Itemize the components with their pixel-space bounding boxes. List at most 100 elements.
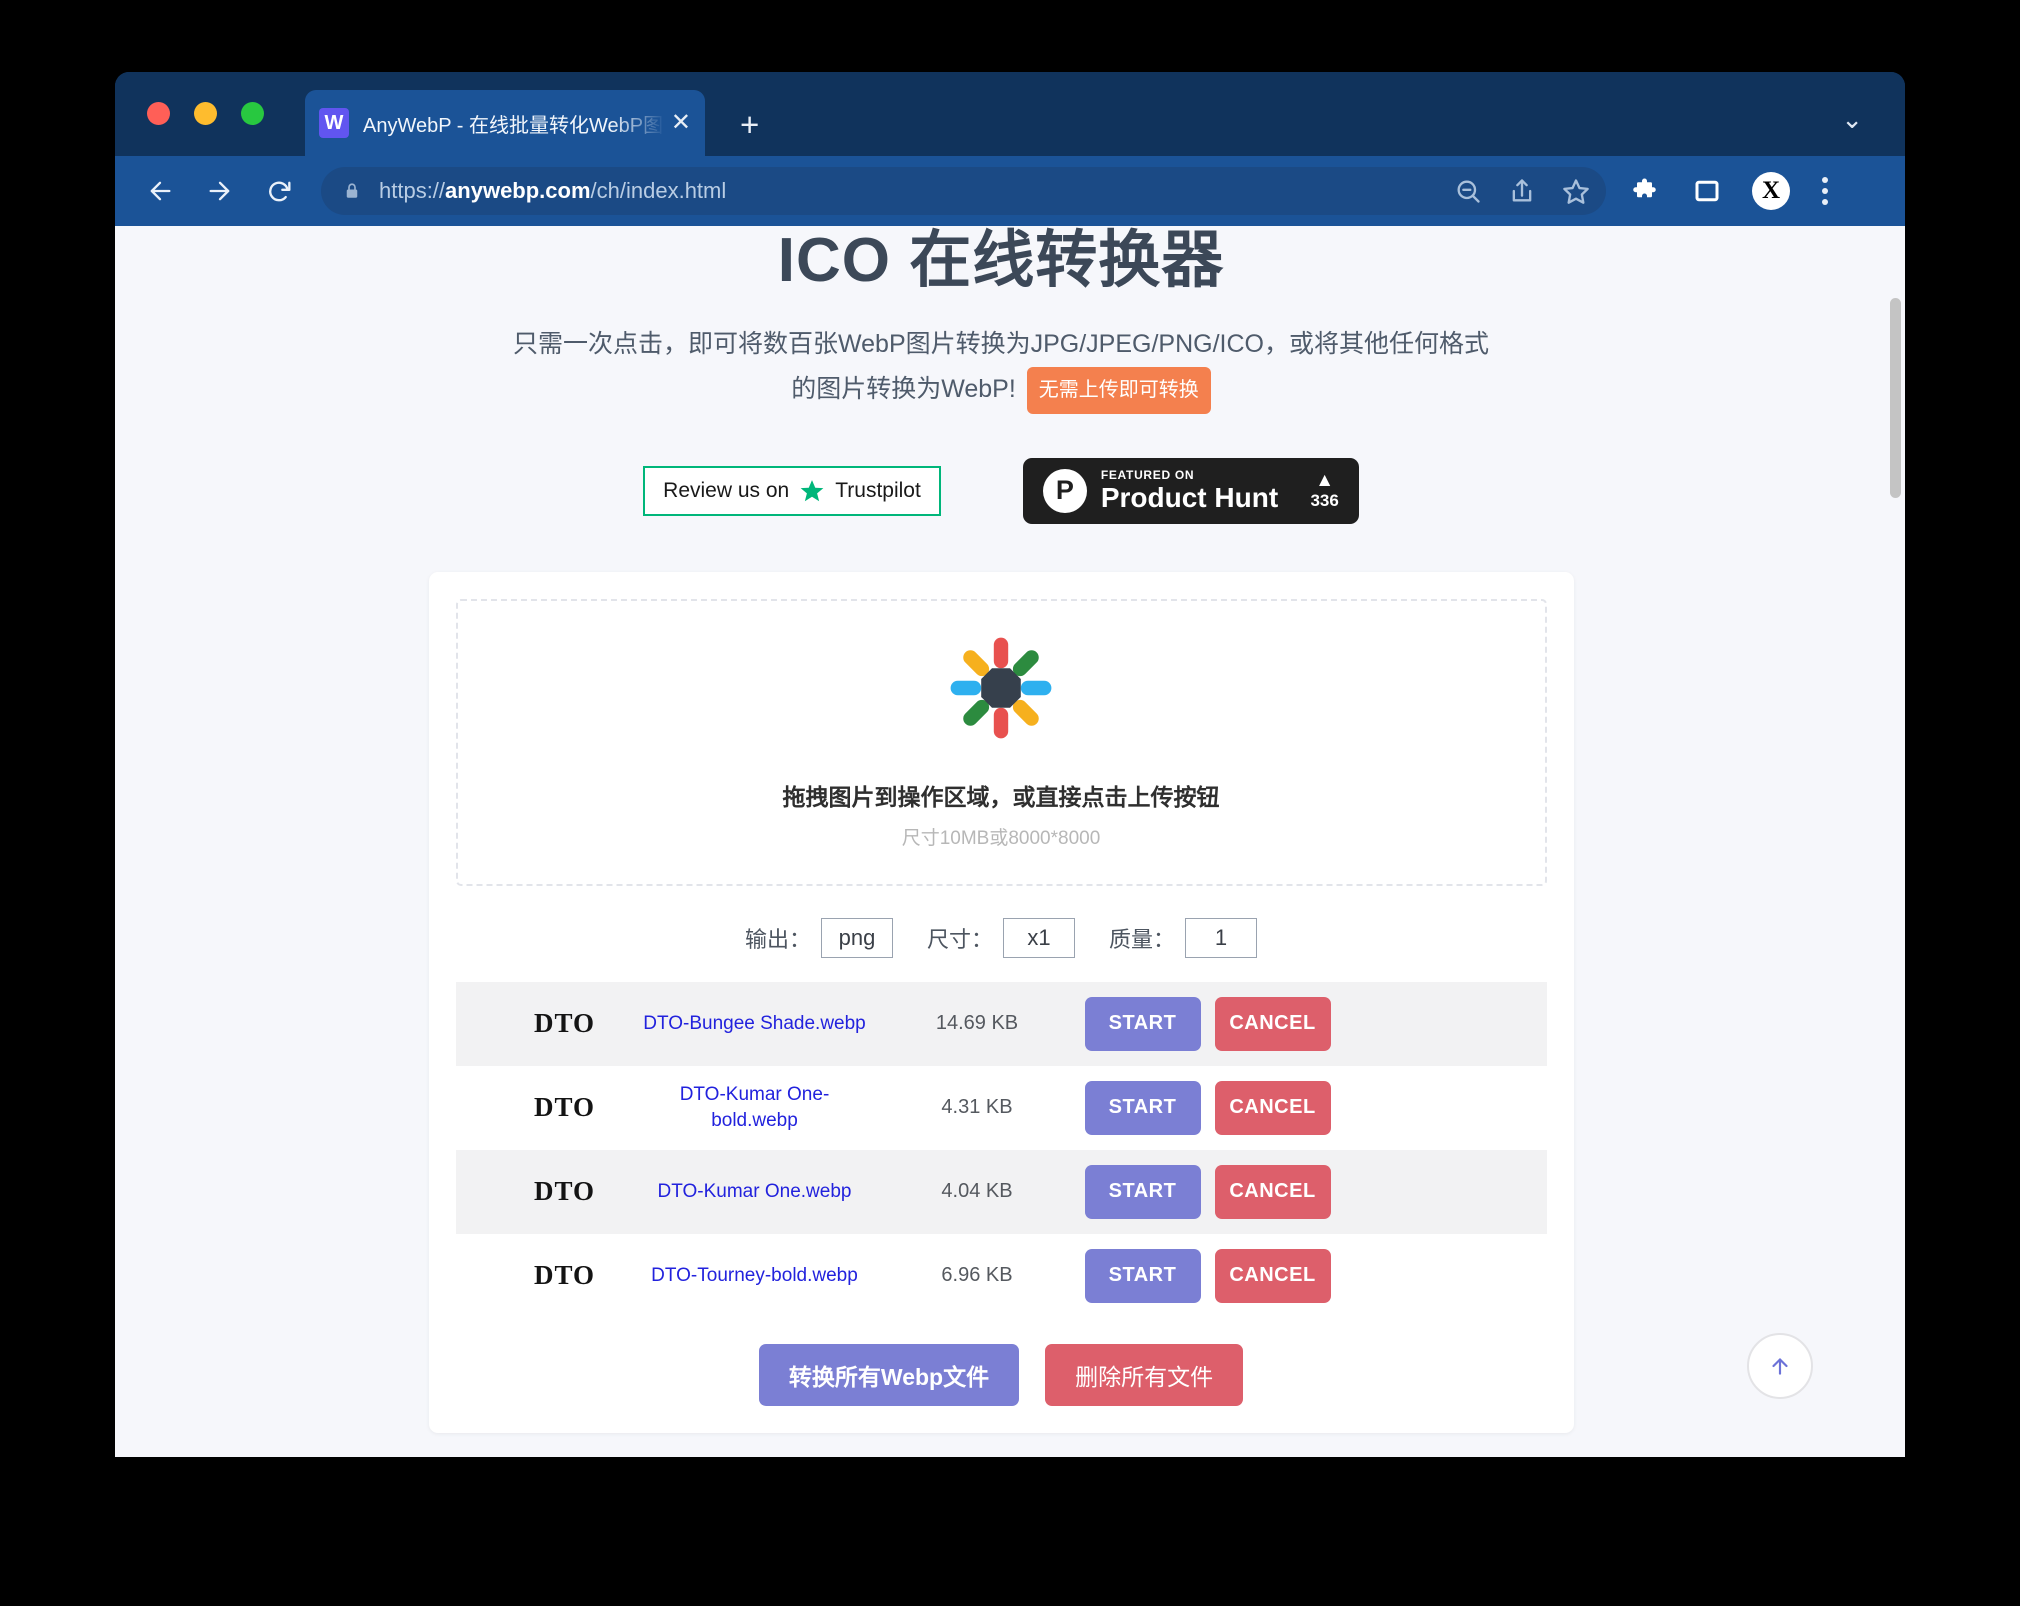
file-size: 4.31 KB [941, 1096, 1013, 1119]
file-name[interactable]: DTO-Bungee Shade.webp [640, 1011, 870, 1037]
web-page: ICO 在线转换器 只需一次点击，即可将数百张WebP图片转换为JPG/JPEG… [115, 226, 1887, 1433]
output-quality-input[interactable]: 1 [1185, 917, 1258, 958]
close-window-button[interactable] [147, 102, 170, 125]
window-controls [147, 102, 264, 125]
omnibox-actions [1454, 177, 1590, 205]
option-label: 尺寸： [926, 926, 993, 952]
start-button[interactable]: START [1084, 996, 1201, 1051]
producthunt-featured-label: FEATURED ON [1100, 467, 1195, 482]
file-name[interactable]: DTO-Kumar One-bold.webp [640, 1082, 870, 1133]
trustpilot-star-icon [800, 480, 824, 502]
trustpilot-label: Review us on [663, 478, 790, 502]
start-button[interactable]: START [1084, 1080, 1201, 1135]
row-actions: START CANCEL [1084, 1248, 1415, 1303]
producthunt-text: FEATURED ON Product Hunt [1101, 469, 1297, 513]
trustpilot-badge[interactable]: Review us on Trustpilot [643, 465, 941, 516]
producthunt-name: Product Hunt [1100, 482, 1279, 514]
bookmark-star-icon[interactable] [1562, 177, 1590, 205]
tab-title: AnyWebP - 在线批量转化WebP图 [363, 114, 664, 137]
address-bar[interactable]: https://anywebp.com/ch/index.html [321, 167, 1606, 215]
extensions-puzzle-icon[interactable] [1632, 176, 1662, 206]
url-path: /ch/index.html [590, 178, 727, 203]
output-format-select[interactable]: png [820, 917, 893, 958]
option-output-size: 尺寸： x1 [926, 917, 1075, 958]
dropzone-sub-text: 尺寸10MB或8000*8000 [901, 828, 1101, 850]
url-host: anywebp.com [445, 178, 591, 203]
file-thumbnail: DTO [533, 1176, 596, 1207]
file-thumbnail: DTO [533, 1260, 596, 1291]
browser-toolbar: https://anywebp.com/ch/index.html X [115, 156, 1905, 226]
cancel-button[interactable]: CANCEL [1214, 1080, 1331, 1135]
page-title: ICO 在线转换器 [777, 226, 1225, 295]
profile-avatar[interactable]: X [1752, 172, 1790, 210]
file-name[interactable]: DTO-Tourney-bold.webp [640, 1263, 870, 1289]
sidebar-panel-icon[interactable] [1692, 176, 1722, 206]
producthunt-badge[interactable]: P FEATURED ON Product Hunt ▲ 336 [1022, 457, 1359, 524]
page-scrollbar-track[interactable] [1887, 226, 1905, 1457]
file-size: 4.04 KB [941, 1180, 1013, 1203]
producthunt-votes: ▲ 336 [1310, 471, 1338, 511]
row-actions: START CANCEL [1084, 1080, 1415, 1135]
file-thumbnail: DTO [533, 1092, 596, 1123]
producthunt-logo-icon: P [1042, 468, 1087, 513]
close-tab-icon[interactable]: ✕ [671, 111, 691, 135]
option-label: 质量： [1109, 926, 1176, 952]
social-badges: Review us on Trustpilot P FEATURED ON Pr… [115, 457, 1887, 524]
option-output-format: 输出： png [744, 917, 893, 958]
url-text: https://anywebp.com/ch/index.html [379, 178, 1442, 204]
producthunt-vote-count: 336 [1310, 490, 1339, 510]
browser-tab[interactable]: W AnyWebP - 在线批量转化WebP图 ✕ [305, 90, 705, 156]
page-scrollbar-thumb[interactable] [1890, 298, 1901, 498]
table-row: DTO DTO-Kumar One-bold.webp 4.31 KB STAR… [455, 1065, 1547, 1150]
tab-strip: W AnyWebP - 在线批量转化WebP图 ✕ + ⌄ [115, 72, 1905, 156]
file-size: 14.69 KB [935, 1012, 1019, 1035]
browser-window: W AnyWebP - 在线批量转化WebP图 ✕ + ⌄ https://an… [115, 72, 1905, 1457]
description-line-2: 的图片转换为WebP! [791, 374, 1016, 403]
cancel-button[interactable]: CANCEL [1214, 1248, 1331, 1303]
converter-card: 拖拽图片到操作区域，或直接点击上传按钮 尺寸10MB或8000*8000 输出：… [428, 571, 1574, 1433]
option-output-quality: 质量： 1 [1109, 917, 1258, 958]
convert-all-button[interactable]: 转换所有Webp文件 [758, 1343, 1020, 1406]
screenshot-root: W AnyWebP - 在线批量转化WebP图 ✕ + ⌄ https://an… [0, 0, 2020, 1606]
upvote-caret-icon: ▲ [1315, 469, 1335, 491]
toolbar-right-actions: X [1632, 172, 1830, 210]
bulk-actions: 转换所有Webp文件 删除所有文件 [456, 1343, 1547, 1406]
zoom-out-icon[interactable] [1454, 177, 1482, 205]
new-tab-button[interactable]: + [740, 108, 759, 141]
table-row: DTO DTO-Tourney-bold.webp 6.96 KB START … [455, 1233, 1547, 1318]
browser-menu-icon[interactable] [1820, 177, 1830, 205]
table-row: DTO DTO-Bungee Shade.webp 14.69 KB START… [455, 981, 1547, 1066]
forward-button[interactable] [197, 168, 243, 214]
upload-flower-icon [950, 637, 1052, 739]
back-button[interactable] [137, 168, 183, 214]
url-scheme: https:// [379, 178, 446, 203]
lock-icon [346, 183, 358, 198]
page-viewport: ICO 在线转换器 只需一次点击，即可将数百张WebP图片转换为JPG/JPEG… [115, 226, 1905, 1457]
file-dropzone[interactable]: 拖拽图片到操作区域，或直接点击上传按钮 尺寸10MB或8000*8000 [455, 598, 1547, 886]
page-description: 只需一次点击，即可将数百张WebP图片转换为JPG/JPEG/PNG/ICO，或… [471, 323, 1531, 414]
start-button[interactable]: START [1084, 1164, 1201, 1219]
start-button[interactable]: START [1084, 1248, 1201, 1303]
description-line-1: 只需一次点击，即可将数百张WebP图片转换为JPG/JPEG/PNG/ICO，或… [512, 330, 1489, 359]
conversion-options: 输出： png 尺寸： x1 质量： 1 [456, 917, 1547, 958]
maximize-window-button[interactable] [241, 102, 264, 125]
row-actions: START CANCEL [1084, 996, 1415, 1051]
scroll-to-top-button[interactable] [1747, 1333, 1813, 1399]
cancel-button[interactable]: CANCEL [1214, 1164, 1331, 1219]
arrow-up-icon [1772, 1358, 1788, 1375]
row-actions: START CANCEL [1084, 1164, 1415, 1219]
chevron-down-icon[interactable]: ⌄ [1841, 106, 1863, 132]
share-icon[interactable] [1508, 177, 1536, 205]
output-size-select[interactable]: x1 [1003, 917, 1075, 958]
file-name[interactable]: DTO-Kumar One.webp [640, 1179, 870, 1205]
trustpilot-name: Trustpilot [835, 478, 921, 502]
file-size: 6.96 KB [941, 1264, 1013, 1287]
minimize-window-button[interactable] [194, 102, 217, 125]
dropzone-main-text: 拖拽图片到操作区域，或直接点击上传按钮 [782, 784, 1220, 811]
reload-button[interactable] [257, 168, 303, 214]
delete-all-button[interactable]: 删除所有文件 [1045, 1343, 1244, 1406]
no-upload-badge: 无需上传即可转换 [1026, 366, 1211, 414]
file-thumbnail: DTO [533, 1008, 596, 1039]
cancel-button[interactable]: CANCEL [1214, 996, 1331, 1051]
option-label: 输出： [744, 926, 811, 952]
